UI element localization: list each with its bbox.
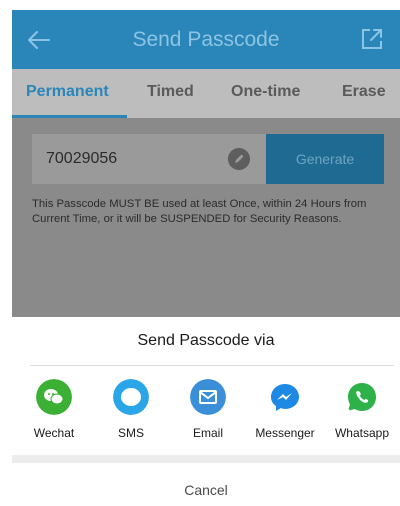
tab-timed[interactable]: Timed bbox=[147, 83, 194, 101]
share-icon[interactable] bbox=[360, 27, 384, 51]
share-option-messenger[interactable]: Messenger bbox=[253, 379, 317, 443]
share-option-email[interactable]: Email bbox=[176, 379, 240, 443]
share-option-label: Messenger bbox=[255, 426, 315, 440]
share-option-whatsapp[interactable]: Whatsapp bbox=[330, 379, 394, 443]
email-icon bbox=[190, 379, 226, 415]
passcode-value: 70029056 bbox=[46, 150, 118, 167]
share-option-label: Wechat bbox=[33, 426, 75, 440]
share-option-label: Whatsapp bbox=[334, 426, 390, 440]
wechat-icon bbox=[36, 379, 72, 415]
cancel-button[interactable]: Cancel bbox=[12, 482, 400, 498]
app-bar: Send Passcode bbox=[12, 10, 400, 69]
share-option-label: Email bbox=[192, 426, 223, 440]
share-option-label: SMS bbox=[117, 426, 144, 440]
passcode-notice: This Passcode MUST BE used at least Once… bbox=[32, 198, 367, 225]
whatsapp-icon bbox=[348, 383, 376, 411]
tab-one-time[interactable]: One-time bbox=[231, 83, 300, 101]
share-option-sms[interactable]: SMS bbox=[99, 379, 163, 443]
share-sheet-title: Send Passcode via bbox=[137, 332, 275, 349]
page-title: Send Passcode bbox=[132, 28, 280, 51]
generate-button[interactable]: Generate bbox=[266, 134, 384, 184]
messenger-icon bbox=[271, 384, 299, 411]
sms-icon bbox=[113, 379, 149, 415]
tab-bar: Permanent Timed One-time Erase bbox=[12, 69, 400, 118]
passcode-field[interactable]: 70029056 bbox=[32, 134, 266, 184]
edit-pencil-icon[interactable] bbox=[228, 148, 250, 170]
passcode-panel: 70029056 Generate This Passcode MUST BE … bbox=[12, 118, 400, 317]
divider bbox=[30, 365, 394, 366]
tab-permanent[interactable]: Permanent bbox=[26, 83, 109, 101]
share-option-wechat[interactable]: Wechat bbox=[22, 379, 86, 443]
tab-erase[interactable]: Erase bbox=[342, 83, 386, 101]
share-sheet: Send Passcode via Wechat SMS Email Messe… bbox=[12, 317, 400, 506]
section-separator bbox=[12, 455, 400, 463]
